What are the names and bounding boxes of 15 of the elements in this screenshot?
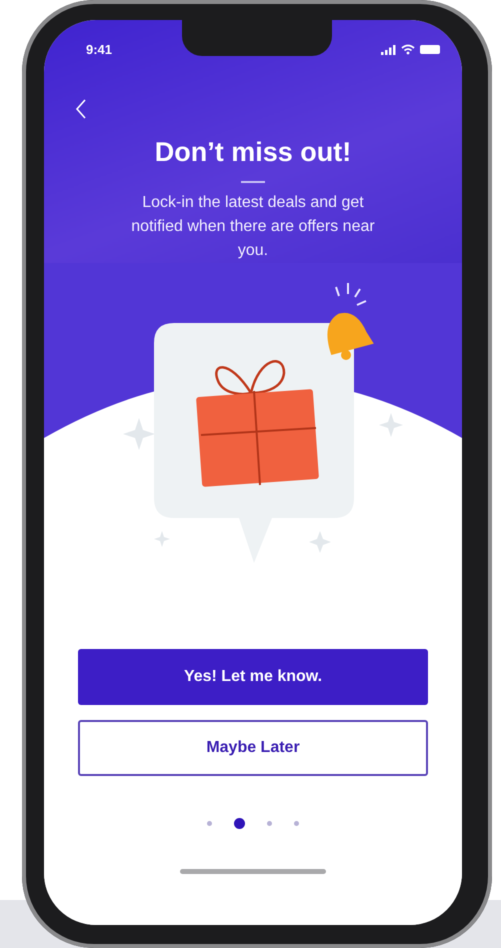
description-text: Lock-in the latest deals and get notified when there are offers near you. <box>130 193 376 261</box>
wifi-icon <box>401 44 415 55</box>
confirm-button[interactable]: Yes! Let me know. <box>78 649 428 705</box>
status-time: 9:41 <box>86 42 112 57</box>
home-indicator[interactable] <box>180 869 326 874</box>
screen-title: Don’t miss out! <box>154 137 352 168</box>
page-dot[interactable] <box>207 821 212 826</box>
page-dot[interactable] <box>294 821 299 826</box>
page-dot[interactable] <box>234 818 245 829</box>
battery-icon <box>420 45 440 54</box>
back-button[interactable] <box>74 99 88 121</box>
chevron-left-icon <box>75 99 87 119</box>
page-dot[interactable] <box>267 821 272 826</box>
later-button[interactable]: Maybe Later <box>78 720 428 776</box>
signal-icon <box>381 44 396 54</box>
